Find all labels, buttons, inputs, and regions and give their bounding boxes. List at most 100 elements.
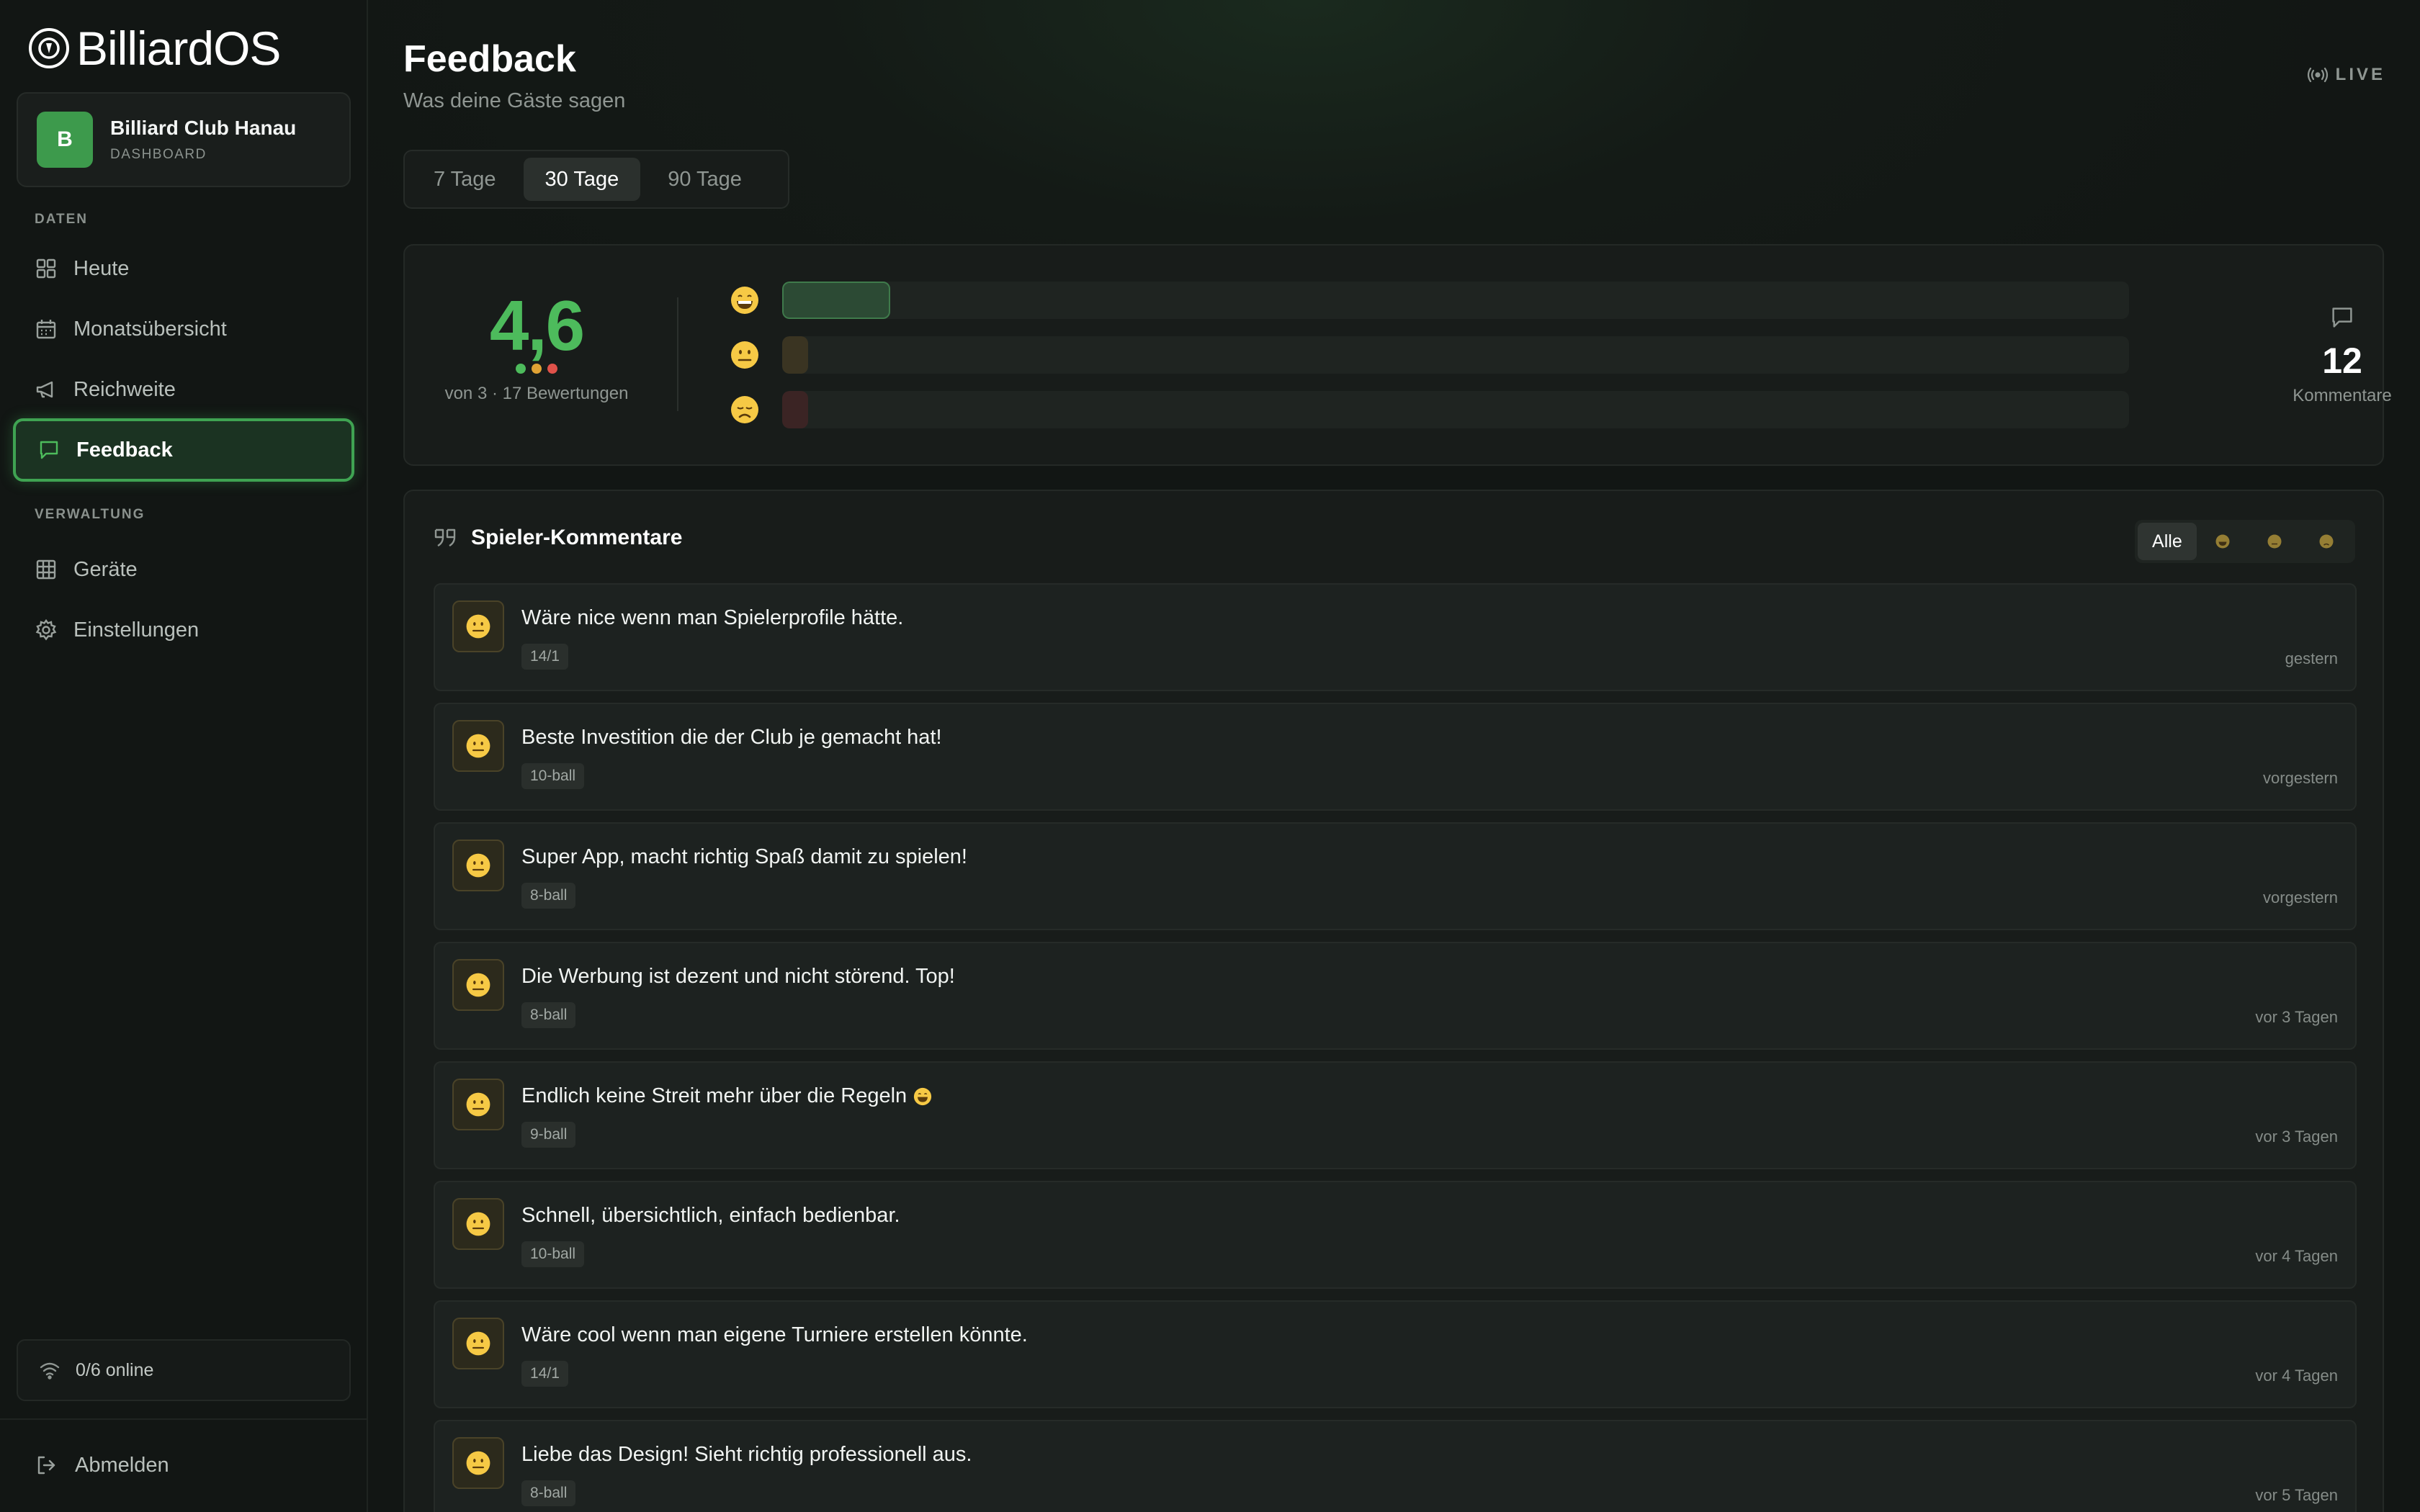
comment-text-value: Die Werbung ist dezent und nicht störend…: [521, 965, 955, 988]
game-tag: 8-ball: [521, 1002, 576, 1028]
sidebar-item-monatsuebersicht[interactable]: Monatsübersicht: [13, 297, 354, 361]
tab-90-tage[interactable]: 90 Tage: [646, 158, 763, 201]
rating-summary-card: 4,6 von 3 · 17 Bewertungen 12 Kommentare: [403, 244, 2392, 466]
sidebar-item-geraete[interactable]: Geräte: [13, 538, 354, 601]
neutral-face-icon: [466, 1092, 490, 1117]
neutral-face-icon: [466, 1451, 490, 1475]
comment-item[interactable]: Super App, macht richtig Spaß damit zu s…: [434, 822, 2357, 930]
game-tag: 14/1: [521, 1361, 568, 1387]
online-status-text: 0/6 online: [76, 1359, 154, 1380]
rating-bar-fill: [782, 336, 808, 374]
calendar-icon: [36, 320, 56, 339]
comment-item[interactable]: Wäre nice wenn man Spielerprofile hätte.…: [434, 583, 2357, 691]
rating-bar-row: 0: [729, 335, 2133, 375]
neutral-face-icon: [731, 341, 758, 369]
comment-item[interactable]: Schnell, übersichtlich, einfach bedienba…: [434, 1181, 2357, 1289]
comment-item[interactable]: Wäre cool wenn man eigene Turniere erste…: [434, 1300, 2357, 1408]
comment-text: Super App, macht richtig Spaß damit zu s…: [521, 845, 967, 869]
comment-item[interactable]: Beste Investition die der Club je gemach…: [434, 703, 2357, 811]
comment-text: Endlich keine Streit mehr über die Regel…: [521, 1084, 933, 1108]
comment-time: gestern: [2285, 649, 2338, 667]
comment-rating-badge: [452, 1437, 504, 1489]
comment-time: vor 3 Tagen: [2255, 1008, 2338, 1026]
table-grid-icon: [36, 559, 56, 580]
game-tag: 10-ball: [521, 763, 585, 789]
sidebar-item-heute[interactable]: Heute: [13, 237, 354, 300]
logout-label: Abmelden: [75, 1453, 169, 1477]
score-subtitle: von 3 · 17 Bewertungen: [444, 384, 629, 403]
comment-text-value: Super App, macht richtig Spaß damit zu s…: [521, 845, 967, 868]
comment-time: vor 4 Tagen: [2255, 1367, 2338, 1385]
sidebar-item-label: Geräte: [73, 557, 138, 581]
sidebar-item-feedback[interactable]: Feedback: [13, 418, 354, 482]
rating-dot-bad: [547, 364, 557, 374]
gear-icon: [35, 618, 57, 641]
comment-item[interactable]: Die Werbung ist dezent und nicht störend…: [434, 942, 2357, 1050]
tab-30-tage[interactable]: 30 Tage: [523, 158, 641, 201]
online-status: 0/6 online: [17, 1339, 351, 1401]
comment-text: Beste Investition die der Club je gemach…: [521, 726, 942, 750]
comment-text: Schnell, übersichtlich, einfach bedienba…: [521, 1204, 900, 1228]
rating-dot-mid: [532, 364, 542, 374]
comment-text-value: Liebe das Design! Sieht richtig professi…: [521, 1443, 972, 1466]
quote-icon: [434, 528, 456, 547]
filter-all-button[interactable]: Alle: [2138, 523, 2197, 560]
club-name: Billiard Club Hanau: [110, 117, 297, 139]
section-label-admin: VERWALTUNG: [35, 507, 145, 522]
filter-happy-button[interactable]: [2197, 523, 2249, 560]
app-logo[interactable]: BilliardOS: [27, 22, 281, 75]
comment-text: Wäre cool wenn man eigene Turniere erste…: [521, 1323, 1028, 1347]
comment-rating-badge: [452, 1079, 504, 1130]
rating-bar-fill: [782, 391, 808, 428]
club-avatar: B: [37, 112, 93, 168]
tab-7-tage[interactable]: 7 Tage: [412, 158, 518, 201]
comment-time: vor 5 Tagen: [2255, 1486, 2338, 1504]
logout-icon: [37, 1456, 55, 1475]
comments-stat: 12 Kommentare: [2270, 305, 2414, 406]
comment-rating-badge: [452, 1318, 504, 1369]
comments-panel: Spieler-Kommentare Alle Wäre nice wenn m…: [403, 490, 2384, 1512]
comment-text-value: Endlich keine Streit mehr über die Regel…: [521, 1084, 908, 1107]
sidebar-item-label: Reichweite: [73, 377, 176, 401]
rating-bar-row: 1: [729, 280, 2133, 320]
club-card[interactable]: B Billiard Club Hanau DASHBOARD: [17, 92, 351, 187]
page-subtitle: Was deine Gäste sagen: [403, 89, 626, 112]
main-content: Feedback Was deine Gäste sagen LIVE 7 Ta…: [368, 0, 2420, 1512]
live-indicator: LIVE: [2307, 65, 2385, 85]
disappointed-face-icon: [731, 396, 758, 423]
page-title: Feedback: [403, 38, 576, 80]
game-tag: 8-ball: [521, 883, 576, 909]
game-tag: 14/1: [521, 644, 568, 670]
comment-time: vorgestern: [2263, 769, 2338, 787]
rating-dots: [405, 364, 668, 374]
game-tag: 10-ball: [521, 1241, 585, 1267]
live-label: LIVE: [2335, 65, 2385, 84]
logout-button[interactable]: Abmelden: [35, 1447, 169, 1483]
summary-divider: [677, 297, 678, 411]
wifi-icon: [40, 1362, 60, 1380]
filter-neutral-button[interactable]: [2249, 523, 2300, 560]
sidebar-item-label: Feedback: [76, 438, 173, 462]
game-tag: 8-ball: [521, 1480, 576, 1506]
comment-rating-badge: [452, 600, 504, 652]
comment-text-value: Schnell, übersichtlich, einfach bedienba…: [521, 1204, 900, 1227]
sidebar-item-einstellungen[interactable]: Einstellungen: [13, 598, 354, 662]
rating-bar-track: [782, 336, 2129, 374]
comment-item[interactable]: Liebe das Design! Sieht richtig professi…: [434, 1420, 2357, 1512]
comment-item[interactable]: Endlich keine Streit mehr über die Regel…: [434, 1061, 2357, 1169]
comment-filter: Alle: [2135, 520, 2355, 563]
neutral-face-icon: [466, 734, 490, 758]
neutral-face-icon: [466, 1331, 490, 1356]
sidebar-item-reichweite[interactable]: Reichweite: [13, 358, 354, 421]
filter-sad-button[interactable]: [2300, 523, 2352, 560]
rating-bar-fill: [782, 282, 890, 319]
broadcast-icon: [2307, 67, 2328, 83]
grinning-face-icon: [731, 287, 758, 314]
logo-text: BilliardOS: [76, 22, 281, 75]
game-tag: 9-ball: [521, 1122, 576, 1148]
neutral-face-icon: [466, 973, 490, 997]
comments-panel-title: Spieler-Kommentare: [471, 526, 683, 549]
rating-dot-good: [516, 364, 526, 374]
comment-text: Die Werbung ist dezent und nicht störend…: [521, 965, 955, 989]
megaphone-icon: [36, 381, 53, 398]
